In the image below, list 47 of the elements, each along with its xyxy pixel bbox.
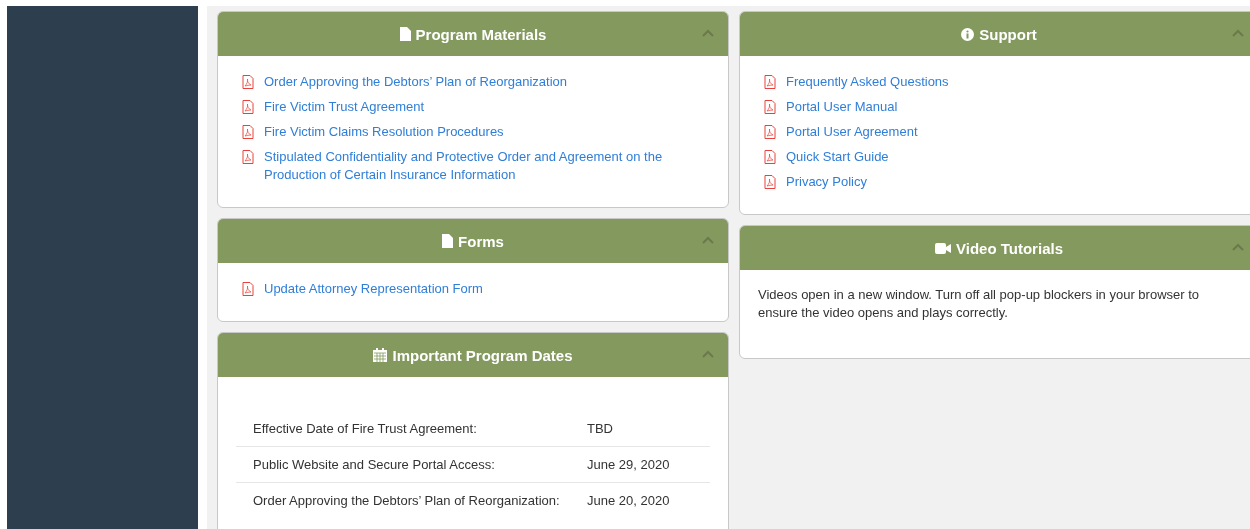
panel-title: Support	[961, 25, 1037, 43]
collapse-chevron-icon[interactable]	[702, 350, 714, 358]
document-link[interactable]: Update Attorney Representation Form	[264, 280, 483, 298]
pdf-file-icon	[242, 100, 254, 114]
document-link[interactable]: Portal User Agreement	[786, 123, 918, 141]
date-label: Public Website and Secure Portal Access:	[253, 456, 496, 473]
pdf-file-icon	[764, 75, 776, 89]
collapse-chevron-icon[interactable]	[1232, 243, 1244, 251]
info-icon	[961, 27, 975, 41]
calendar-icon	[373, 348, 388, 362]
document-link[interactable]: Quick Start Guide	[786, 148, 889, 166]
panel-title: Video Tutorials	[935, 239, 1063, 257]
file-icon	[399, 27, 411, 41]
pdf-file-icon	[764, 150, 776, 164]
date-label: Effective Date of Fire Trust Agreement:	[253, 420, 478, 437]
panel-header[interactable]: Support	[740, 12, 1250, 56]
panel-title: Forms	[442, 232, 504, 250]
panel-title: Program Materials	[399, 25, 547, 43]
panel-title: Important Program Dates	[373, 346, 573, 364]
video-info-text: Videos open in a new window. Turn off all pop-up blockers in your browser to ensure the video opens and plays correctly.	[758, 286, 1201, 322]
document-link[interactable]: Privacy Policy	[786, 173, 867, 191]
panel-header[interactable]: Forms	[218, 219, 728, 263]
pdf-file-icon	[242, 282, 254, 296]
collapse-chevron-icon[interactable]	[1232, 29, 1244, 37]
document-link[interactable]: Fire Victim Trust Agreement	[264, 98, 425, 116]
panel-header[interactable]: Video Tutorials	[740, 226, 1250, 270]
pdf-file-icon	[764, 175, 776, 189]
date-value: June 20, 2020	[587, 492, 670, 509]
video-camera-icon	[935, 242, 951, 254]
pdf-file-icon	[242, 125, 254, 139]
date-value: June 29, 2020	[587, 456, 670, 473]
document-link[interactable]: Frequently Asked Questions	[786, 73, 949, 91]
panel-header[interactable]: Important Program Dates	[218, 333, 728, 377]
collapse-chevron-icon[interactable]	[702, 236, 714, 244]
date-value: TBD	[587, 420, 613, 437]
date-label: Order Approving the Debtors’ Plan of Reorganization:	[253, 492, 561, 509]
pdf-file-icon	[242, 150, 254, 164]
document-link[interactable]: Portal User Manual	[786, 98, 898, 116]
file-icon	[442, 234, 454, 248]
pdf-file-icon	[764, 125, 776, 139]
pdf-file-icon	[242, 75, 254, 89]
document-link[interactable]: Fire Victim Claims Resolution Procedures	[264, 123, 504, 141]
pdf-file-icon	[764, 100, 776, 114]
document-link[interactable]: Order Approving the Debtors’ Plan of Reorganization	[264, 73, 568, 91]
panel-header[interactable]: Program Materials	[218, 12, 728, 56]
collapse-chevron-icon[interactable]	[702, 29, 714, 37]
document-link[interactable]: Stipulated Confidentiality and Protective Order and Agreement on the Production of Certain Insurance Information	[264, 148, 704, 184]
